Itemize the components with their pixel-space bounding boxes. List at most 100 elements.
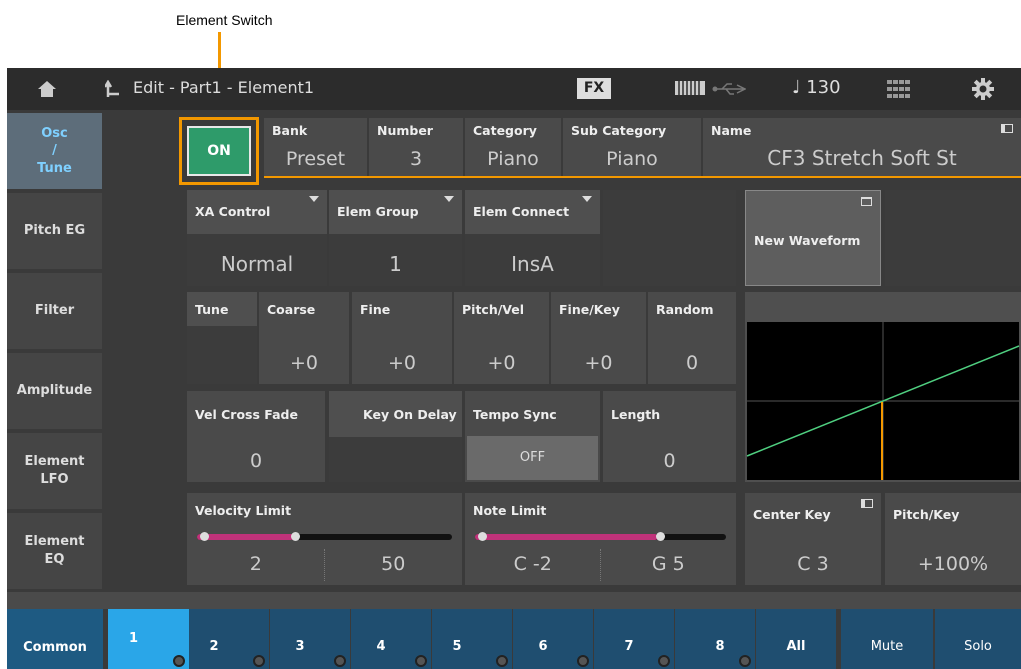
element-2-indicator	[253, 655, 265, 667]
titlebar: Edit - Part1 - Element1 FX ♩ 130	[7, 68, 1021, 110]
element-1-indicator	[173, 655, 185, 667]
length-cell[interactable]: Length 0	[603, 391, 736, 482]
category-label: Category	[473, 123, 537, 138]
coarse-cell[interactable]: Coarse +0	[259, 292, 349, 384]
velocity-limit-label: Velocity Limit	[195, 503, 292, 518]
tab-all-label: All	[786, 639, 806, 654]
sidebar-item-pitch-eg[interactable]: Pitch EG	[7, 193, 102, 269]
bank-value: Preset	[285, 148, 346, 170]
element-switch-callout: Element Switch	[176, 12, 273, 28]
pitch-key-cell[interactable]: Pitch/Key +100%	[885, 493, 1021, 585]
solo-button[interactable]: Solo	[935, 609, 1021, 669]
tempo-sync-button[interactable]: OFF	[467, 436, 598, 480]
sidebar-item-osc-tune[interactable]: Osc / Tune	[7, 113, 102, 189]
category-cell[interactable]: Category Piano	[465, 118, 561, 176]
coarse-label: Coarse	[267, 302, 316, 317]
pitch-vel-value: +0	[487, 352, 516, 374]
fine-value: +0	[387, 352, 416, 374]
fine-label: Fine	[360, 302, 391, 317]
fx-badge[interactable]: FX	[577, 78, 611, 99]
xa-control-label: XA Control	[195, 204, 271, 219]
elem-connect-cell[interactable]: Elem Connect InsA	[465, 190, 600, 286]
center-key-cell[interactable]: Center Key C 3	[745, 493, 881, 585]
subcategory-value: Piano	[606, 148, 658, 170]
fine-key-label: Fine/Key	[559, 302, 620, 317]
home-icon[interactable]	[37, 80, 57, 98]
length-value: 0	[663, 450, 676, 472]
tab-element-8-label: 8	[715, 639, 725, 654]
number-cell[interactable]: Number 3	[369, 118, 463, 176]
note-limit-slider[interactable]	[475, 532, 726, 541]
tab-element-7-label: 7	[624, 639, 634, 654]
random-cell[interactable]: Random 0	[648, 292, 736, 384]
empty-cell	[603, 190, 736, 286]
coarse-value: +0	[289, 352, 318, 374]
bank-cell[interactable]: Bank Preset	[264, 118, 367, 176]
velocity-limit-slider[interactable]	[197, 532, 452, 541]
pitch-key-value: +100%	[917, 553, 989, 575]
new-waveform-button[interactable]: New Waveform	[745, 190, 881, 286]
elem-group-cell[interactable]: Elem Group 1	[329, 190, 462, 286]
tab-element-8[interactable]: 8	[675, 609, 755, 669]
pitch-vel-cell[interactable]: Pitch/Vel +0	[454, 292, 549, 384]
pitch-vel-label: Pitch/Vel	[462, 302, 525, 317]
subcategory-cell[interactable]: Sub Category Piano	[563, 118, 701, 176]
fine-cell[interactable]: Fine +0	[352, 292, 452, 384]
gear-icon[interactable]	[972, 78, 994, 100]
elem-group-label: Elem Group	[337, 204, 419, 219]
note-limit-high: G 5	[651, 553, 685, 575]
tab-element-6-label: 6	[538, 639, 548, 654]
rename-icon[interactable]	[1001, 124, 1013, 133]
name-label: Name	[711, 123, 752, 138]
xa-dropdown-icon	[309, 196, 319, 202]
tab-all[interactable]: All	[756, 609, 836, 669]
keyboard-input-icon[interactable]	[861, 499, 873, 508]
element-8-indicator	[739, 655, 751, 667]
elem-connect-label: Elem Connect	[473, 204, 570, 219]
length-label: Length	[611, 407, 661, 422]
tab-element-6[interactable]: 6	[513, 609, 593, 669]
velocity-limit-high: 50	[381, 553, 406, 575]
name-cell[interactable]: Name CF3 Stretch Soft St	[703, 118, 1021, 176]
group-dropdown-icon	[444, 196, 454, 202]
titlebar-title: Edit - Part1 - Element1	[133, 78, 315, 97]
connect-dropdown-icon	[582, 196, 592, 202]
sidebar-item-filter[interactable]: Filter	[7, 273, 102, 349]
sidebar-item-element-eq[interactable]: Element EQ	[7, 513, 102, 589]
usb-icon	[712, 83, 746, 95]
key-on-delay-cell: Key On Delay	[329, 391, 462, 482]
empty-cell-2	[885, 190, 1021, 286]
pitch-key-graph	[745, 292, 1021, 482]
subcategory-label: Sub Category	[571, 123, 667, 138]
element-6-indicator	[577, 655, 589, 667]
sidebar-item-amplitude[interactable]: Amplitude	[7, 353, 102, 429]
xa-control-cell[interactable]: XA Control Normal	[187, 190, 327, 286]
tempo-display[interactable]: ♩ 130	[792, 77, 841, 98]
tune-label: Tune	[195, 302, 229, 317]
new-waveform-label: New Waveform	[754, 233, 861, 248]
elem-connect-value: InsA	[511, 252, 554, 276]
sidebar-item-element-lfo[interactable]: Element LFO	[7, 433, 102, 509]
element-4-indicator	[415, 655, 427, 667]
element-5-indicator	[496, 655, 508, 667]
keyboard-icon[interactable]	[674, 80, 706, 96]
fine-key-cell[interactable]: Fine/Key +0	[551, 292, 646, 384]
element-7-indicator	[658, 655, 670, 667]
mute-button[interactable]: Mute	[841, 609, 933, 669]
tab-element-7[interactable]: 7	[594, 609, 674, 669]
element-switch-button[interactable]: ON	[187, 126, 251, 176]
note-limit-cell[interactable]: Note Limit C -2 G 5	[465, 493, 736, 585]
center-key-label: Center Key	[753, 507, 831, 522]
element-3-indicator	[334, 655, 346, 667]
center-key-value: C 3	[797, 553, 829, 575]
random-label: Random	[656, 302, 714, 317]
velocity-limit-cell[interactable]: Velocity Limit 2 50	[187, 493, 462, 585]
vel-cross-fade-cell[interactable]: Vel Cross Fade 0	[187, 391, 325, 482]
tune-cell: Tune	[187, 292, 257, 384]
note-limit-low: C -2	[513, 553, 552, 575]
name-value: CF3 Stretch Soft St	[767, 146, 957, 170]
grid-icon[interactable]	[887, 80, 911, 98]
bank-label: Bank	[272, 123, 308, 138]
back-arrow-icon[interactable]	[105, 80, 121, 98]
solo-label: Solo	[964, 639, 992, 654]
